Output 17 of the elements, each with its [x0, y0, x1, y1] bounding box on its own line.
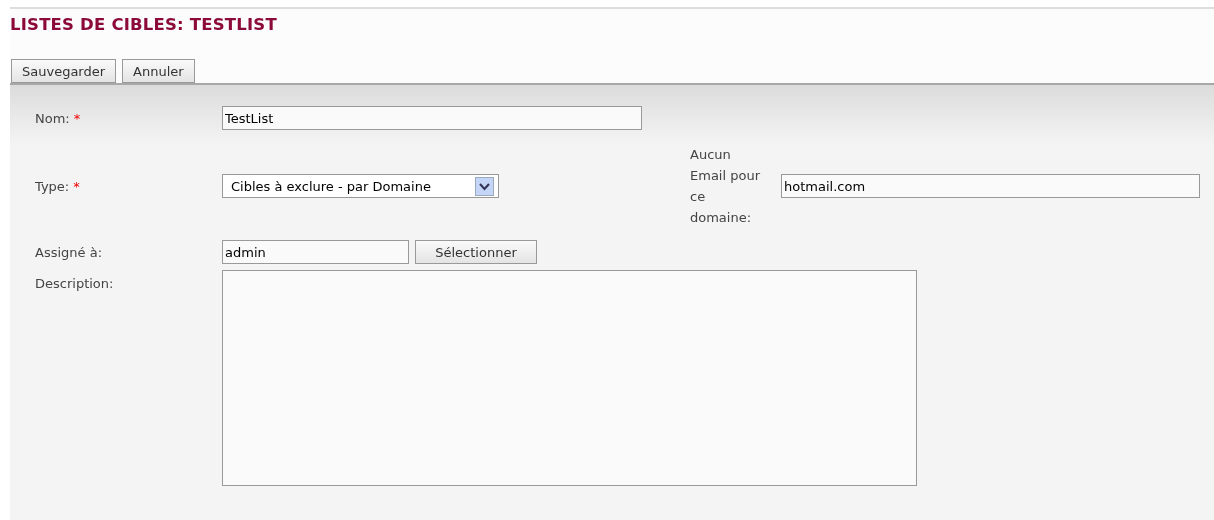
field-label: Assigné à:	[35, 244, 103, 260]
select-button[interactable]: Sélectionner	[415, 240, 537, 264]
field-label: Type:	[35, 178, 70, 194]
assigned-field[interactable]: admin	[222, 240, 409, 264]
field-label: Nom:	[35, 110, 70, 126]
toolbar-button[interactable]: Annuler	[122, 59, 195, 83]
field-label: Aucun Email pour ce domaine:	[690, 146, 761, 227]
domain-field[interactable]: hotmail.com	[781, 174, 1200, 198]
required-mark: *	[73, 178, 80, 194]
toolbar-button[interactable]: Sauvegarder	[11, 59, 117, 83]
field-label: Description:	[35, 276, 114, 291]
required-mark: *	[73, 110, 81, 126]
name-field[interactable]: TestList	[222, 106, 642, 130]
type-select[interactable]: Cibles à exclure - par Domaine	[222, 174, 499, 198]
description-field[interactable]	[222, 270, 917, 486]
dropdown-caret-icon[interactable]	[475, 176, 494, 196]
page-title: LISTES DE CIBLES: TESTLIST	[10, 15, 278, 34]
